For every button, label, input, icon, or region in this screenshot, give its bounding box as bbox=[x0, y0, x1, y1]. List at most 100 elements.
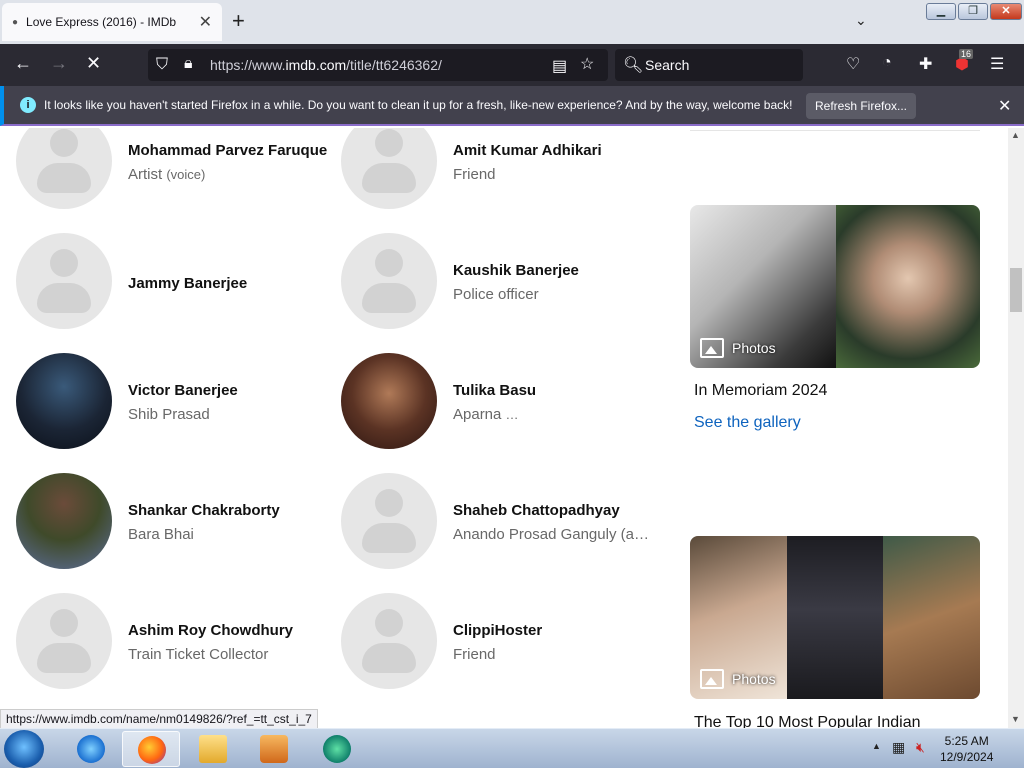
cast-name[interactable]: Shankar Chakraborty bbox=[128, 502, 280, 519]
tab-active[interactable]: ● Love Express (2016) - IMDb ✕ bbox=[2, 3, 222, 41]
photo-gallery-icon bbox=[700, 669, 724, 689]
clock[interactable]: 5:25 AM 12/9/2024 bbox=[940, 733, 993, 765]
lock-icon[interactable]: 🔒︎ bbox=[184, 55, 193, 73]
avatar-body bbox=[362, 283, 416, 313]
cast-name[interactable]: Ashim Roy Chowdhury bbox=[128, 622, 293, 639]
cast-role: Friend bbox=[453, 166, 496, 183]
cast-item[interactable]: Kaushik Banerjee Police officer bbox=[341, 233, 671, 333]
cast-avatar[interactable] bbox=[341, 593, 437, 689]
cast-item[interactable]: Jammy Banerjee bbox=[16, 233, 346, 333]
tab-loading-icon: ● bbox=[12, 16, 19, 28]
stop-icon[interactable]: ✕ bbox=[86, 53, 101, 74]
cast-role: Friend bbox=[453, 646, 496, 663]
cast-name[interactable]: Tulika Basu bbox=[453, 382, 536, 399]
see-gallery-link[interactable]: See the gallery bbox=[694, 414, 801, 432]
forward-icon[interactable]: → bbox=[50, 53, 68, 74]
scroll-thumb[interactable] bbox=[1010, 268, 1022, 312]
bookmark-star-icon[interactable]: ☆ bbox=[580, 54, 594, 74]
list-tabs-icon[interactable]: ⌄ bbox=[855, 12, 867, 29]
cast-avatar[interactable] bbox=[341, 233, 437, 329]
cast-role: Police officer bbox=[453, 286, 539, 303]
avatar-body bbox=[37, 163, 91, 193]
extension-badge: 16 bbox=[959, 49, 974, 59]
cast-avatar[interactable] bbox=[16, 473, 112, 569]
avatar-head bbox=[375, 609, 403, 637]
window-close-button[interactable]: ✕ bbox=[990, 3, 1022, 20]
new-tab-icon[interactable]: + bbox=[232, 8, 245, 34]
cast-name[interactable]: Victor Banerjee bbox=[128, 382, 238, 399]
cast-avatar[interactable] bbox=[16, 233, 112, 329]
pocket-icon[interactable]: ♡ bbox=[846, 54, 860, 74]
avatar-head bbox=[375, 129, 403, 157]
cast-name[interactable]: Shaheb Chattopadhyay bbox=[453, 502, 620, 519]
cast-role: Bara Bhai bbox=[128, 526, 194, 543]
taskbar-media[interactable] bbox=[245, 731, 303, 767]
tab-strip: ● Love Express (2016) - IMDb ✕ + ⌄ ▁ ❐ ✕ bbox=[0, 0, 1024, 44]
cast-item[interactable]: Shaheb Chattopadhyay Anando Prosad Gangul… bbox=[341, 473, 671, 573]
taskbar-ie[interactable] bbox=[62, 731, 120, 767]
taskbar-app[interactable] bbox=[308, 731, 366, 767]
cast-item[interactable]: ClippiHoster Friend bbox=[341, 593, 671, 693]
avatar-body bbox=[37, 283, 91, 313]
cast-role: Train Ticket Collector bbox=[128, 646, 269, 663]
url-bar[interactable]: ⛉ 🔒︎ https://www.imdb.com/title/tt624636… bbox=[148, 49, 608, 81]
photos-card-popular[interactable]: Photos bbox=[690, 536, 980, 699]
account-icon[interactable]: ◔ bbox=[882, 54, 892, 72]
cast-avatar[interactable] bbox=[16, 128, 112, 209]
cast-name[interactable]: Mohammad Parvez Faruque bbox=[128, 142, 327, 159]
cast-name[interactable]: Amit Kumar Adhikari bbox=[453, 142, 602, 159]
memoriam-title[interactable]: In Memoriam 2024 bbox=[694, 382, 827, 400]
start-button[interactable] bbox=[4, 730, 44, 768]
cast-role: Artist (voice) bbox=[128, 166, 206, 183]
cast-name[interactable]: Jammy Banerjee bbox=[128, 275, 247, 292]
cast-avatar[interactable] bbox=[341, 128, 437, 209]
cast-name[interactable]: Kaushik Banerjee bbox=[453, 262, 579, 279]
reader-view-icon[interactable]: ▤ bbox=[552, 56, 567, 76]
menu-icon[interactable]: ☰ bbox=[990, 54, 1004, 74]
page-scrollbar[interactable]: ▲ ▼ bbox=[1008, 128, 1024, 728]
popular-title[interactable]: The Top 10 Most Popular Indian bbox=[694, 714, 921, 728]
avatar-head bbox=[50, 129, 78, 157]
volume-muted-icon[interactable]: 🔇︎ bbox=[916, 739, 925, 756]
notification-message: It looks like you haven't started Firefo… bbox=[44, 98, 793, 112]
avatar-head bbox=[50, 249, 78, 277]
taskbar-explorer[interactable] bbox=[184, 731, 242, 767]
notification-close-icon[interactable]: ✕ bbox=[998, 96, 1011, 116]
avatar-body bbox=[362, 163, 416, 193]
folder-icon bbox=[199, 735, 227, 763]
cast-avatar[interactable] bbox=[16, 353, 112, 449]
tab-close-icon[interactable]: ✕ bbox=[199, 12, 212, 32]
cast-name[interactable]: ClippiHoster bbox=[453, 622, 542, 639]
cast-item[interactable]: Shankar Chakraborty Bara Bhai bbox=[16, 473, 346, 573]
back-icon[interactable]: ← bbox=[14, 53, 32, 74]
url-text[interactable]: https://www.imdb.com/title/tt6246362/ bbox=[210, 57, 442, 73]
shield-icon[interactable]: ⛉ bbox=[156, 56, 168, 74]
network-icon[interactable]: ▦ bbox=[892, 739, 905, 756]
cast-role: Anando Prosad Ganguly (a… bbox=[453, 526, 649, 543]
cast-avatar[interactable] bbox=[16, 593, 112, 689]
cast-item[interactable]: Victor Banerjee Shib Prasad bbox=[16, 353, 346, 453]
refresh-firefox-button[interactable]: Refresh Firefox... bbox=[806, 93, 916, 119]
taskbar-firefox[interactable] bbox=[122, 731, 180, 767]
firefox-icon bbox=[138, 736, 166, 764]
search-bar[interactable]: 🔍︎ Search bbox=[615, 49, 803, 81]
cast-avatar[interactable] bbox=[341, 473, 437, 569]
cast-avatar[interactable] bbox=[341, 353, 437, 449]
cast-item[interactable]: Amit Kumar Adhikari Friend bbox=[341, 128, 671, 213]
window-restore-button[interactable]: ❐ bbox=[958, 3, 988, 20]
extensions-icon[interactable]: ✚ bbox=[919, 54, 932, 74]
tray-expand-icon[interactable]: ▲ bbox=[872, 741, 881, 751]
scroll-down-icon[interactable]: ▼ bbox=[1011, 714, 1020, 724]
cast-item[interactable]: Tulika Basu Aparna … bbox=[341, 353, 671, 453]
avatar-body bbox=[362, 643, 416, 673]
window-minimize-button[interactable]: ▁ bbox=[926, 3, 956, 20]
cast-item[interactable]: Mohammad Parvez Faruque Artist (voice) bbox=[16, 128, 346, 213]
scroll-up-icon[interactable]: ▲ bbox=[1011, 130, 1020, 140]
ie-icon bbox=[77, 735, 105, 763]
photos-card-memoriam[interactable]: Photos bbox=[690, 205, 980, 368]
cast-item[interactable]: Ashim Roy Chowdhury Train Ticket Collecto… bbox=[16, 593, 346, 693]
avatar-body bbox=[362, 523, 416, 553]
avatar-head bbox=[375, 489, 403, 517]
search-input[interactable]: Search bbox=[645, 57, 689, 73]
clock-time: 5:25 AM bbox=[944, 734, 989, 748]
